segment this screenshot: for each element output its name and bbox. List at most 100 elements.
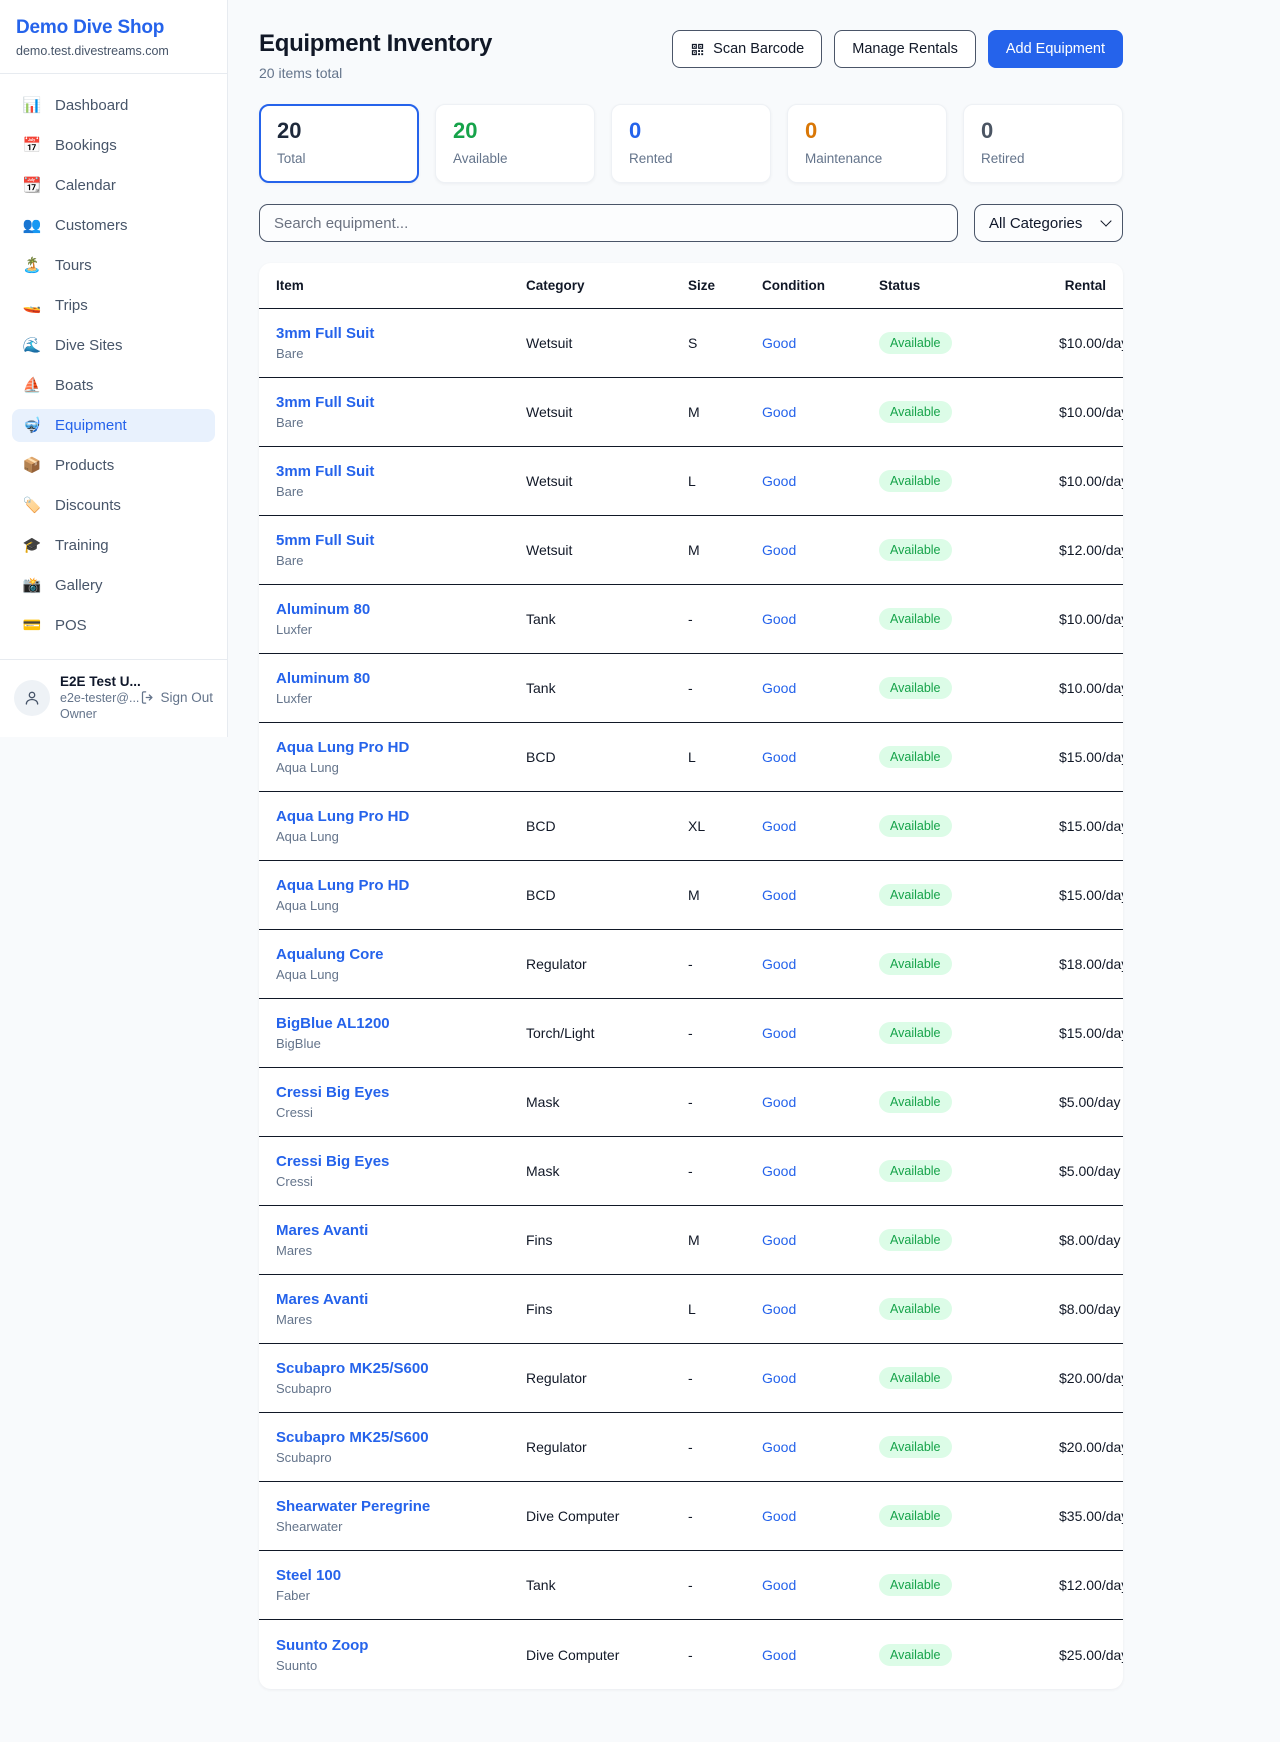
user-name: E2E Test U... [60, 674, 130, 689]
item-name-link[interactable]: Aqua Lung Pro HD [276, 739, 409, 756]
sidebar-item-tours[interactable]: 🏝️ Tours [12, 249, 215, 282]
item-name-link[interactable]: Steel 100 [276, 1567, 341, 1584]
item-name-link[interactable]: 3mm Full Suit [276, 463, 374, 480]
stat-card-total[interactable]: 20 Total [259, 104, 419, 183]
item-name-link[interactable]: Scubapro MK25/S600 [276, 1360, 429, 1377]
item-category: Wetsuit [526, 404, 688, 420]
item-size: - [688, 1508, 762, 1524]
sidebar-item-equipment[interactable]: 🤿 Equipment [12, 409, 215, 442]
item-name-link[interactable]: 3mm Full Suit [276, 325, 374, 342]
condition-link[interactable]: Good [762, 1301, 796, 1317]
calendar-icon: 📆 [22, 178, 42, 193]
add-equipment-button[interactable]: Add Equipment [988, 30, 1123, 68]
stat-card-retired[interactable]: 0 Retired [963, 104, 1123, 183]
search-input[interactable] [259, 204, 958, 242]
condition-link[interactable]: Good [762, 542, 796, 558]
brand-domain: demo.test.divestreams.com [16, 44, 211, 58]
stat-label: Maintenance [805, 151, 929, 166]
sidebar-item-pos[interactable]: 💳 POS [12, 609, 215, 642]
condition-link[interactable]: Good [762, 749, 796, 765]
sidebar-item-bookings[interactable]: 📅 Bookings [12, 129, 215, 162]
item-name-link[interactable]: 5mm Full Suit [276, 532, 374, 549]
stat-label: Available [453, 151, 577, 166]
status-badge: Available [879, 1091, 952, 1113]
condition-link[interactable]: Good [762, 1232, 796, 1248]
item-name-link[interactable]: Scubapro MK25/S600 [276, 1429, 429, 1446]
category-select[interactable]: All Categories [974, 204, 1123, 242]
scan-barcode-label: Scan Barcode [713, 41, 804, 57]
header-actions: Scan Barcode Manage Rentals Add Equipmen… [672, 30, 1123, 68]
item-name-link[interactable]: Aluminum 80 [276, 601, 370, 618]
status-badge: Available [879, 815, 952, 837]
condition-link[interactable]: Good [762, 1647, 796, 1663]
table-row: Mares Avanti Mares Fins M Good Available… [259, 1206, 1123, 1275]
condition-link[interactable]: Good [762, 473, 796, 489]
condition-link[interactable]: Good [762, 1094, 796, 1110]
condition-link[interactable]: Good [762, 1508, 796, 1524]
stat-card-available[interactable]: 20 Available [435, 104, 595, 183]
sidebar-item-boats[interactable]: ⛵ Boats [12, 369, 215, 402]
item-name-link[interactable]: Suunto Zoop [276, 1637, 368, 1654]
condition-link[interactable]: Good [762, 680, 796, 696]
stat-card-rented[interactable]: 0 Rented [611, 104, 771, 183]
package-icon: 📦 [22, 458, 42, 473]
status-badge: Available [879, 1298, 952, 1320]
sign-out-button[interactable]: Sign Out [140, 690, 213, 705]
page-title: Equipment Inventory [259, 30, 492, 58]
status-badge: Available [879, 1505, 952, 1527]
condition-link[interactable]: Good [762, 611, 796, 627]
item-category: Regulator [526, 1439, 688, 1455]
sidebar-item-trips[interactable]: 🚤 Trips [12, 289, 215, 322]
item-name-link[interactable]: Mares Avanti [276, 1291, 368, 1308]
sidebar-item-gallery[interactable]: 📸 Gallery [12, 569, 215, 602]
stat-value: 0 [629, 118, 753, 144]
scan-barcode-button[interactable]: Scan Barcode [672, 30, 822, 68]
item-brand: Faber [276, 1588, 526, 1603]
item-name-link[interactable]: Mares Avanti [276, 1222, 368, 1239]
item-brand: Mares [276, 1243, 526, 1258]
column-header-item: Item [276, 278, 526, 293]
column-header-size: Size [688, 278, 762, 293]
condition-link[interactable]: Good [762, 956, 796, 972]
condition-link[interactable]: Good [762, 335, 796, 351]
item-name-link[interactable]: Aqua Lung Pro HD [276, 877, 409, 894]
table-row: 3mm Full Suit Bare Wetsuit L Good Availa… [259, 447, 1123, 516]
item-name-link[interactable]: Aqualung Core [276, 946, 384, 963]
condition-link[interactable]: Good [762, 1439, 796, 1455]
item-name-link[interactable]: Aluminum 80 [276, 670, 370, 687]
condition-link[interactable]: Good [762, 887, 796, 903]
sidebar-item-calendar[interactable]: 📆 Calendar [12, 169, 215, 202]
item-name-link[interactable]: BigBlue AL1200 [276, 1015, 390, 1032]
sidebar-item-products[interactable]: 📦 Products [12, 449, 215, 482]
item-name-link[interactable]: Shearwater Peregrine [276, 1498, 430, 1515]
item-category: Wetsuit [526, 473, 688, 489]
item-size: - [688, 1647, 762, 1663]
island-icon: 🏝️ [22, 258, 42, 273]
sidebar: Demo Dive Shop demo.test.divestreams.com… [0, 0, 228, 737]
item-rental: $35.00/day [1059, 1508, 1123, 1524]
item-name-link[interactable]: Cressi Big Eyes [276, 1153, 389, 1170]
sidebar-item-label: POS [55, 617, 87, 634]
sidebar-item-dive-sites[interactable]: 🌊 Dive Sites [12, 329, 215, 362]
sidebar-item-discounts[interactable]: 🏷️ Discounts [12, 489, 215, 522]
status-badge: Available [879, 1436, 952, 1458]
condition-link[interactable]: Good [762, 1370, 796, 1386]
condition-link[interactable]: Good [762, 818, 796, 834]
item-name-link[interactable]: Aqua Lung Pro HD [276, 808, 409, 825]
item-brand: Bare [276, 346, 526, 361]
condition-link[interactable]: Good [762, 404, 796, 420]
stat-card-maintenance[interactable]: 0 Maintenance [787, 104, 947, 183]
item-brand: Luxfer [276, 691, 526, 706]
item-name-link[interactable]: 3mm Full Suit [276, 394, 374, 411]
camera-icon: 📸 [22, 578, 42, 593]
sidebar-item-customers[interactable]: 👥 Customers [12, 209, 215, 242]
item-name-link[interactable]: Cressi Big Eyes [276, 1084, 389, 1101]
sidebar-item-dashboard[interactable]: 📊 Dashboard [12, 89, 215, 122]
manage-rentals-button[interactable]: Manage Rentals [834, 30, 976, 68]
condition-link[interactable]: Good [762, 1163, 796, 1179]
item-brand: Shearwater [276, 1519, 526, 1534]
condition-link[interactable]: Good [762, 1025, 796, 1041]
item-category: BCD [526, 818, 688, 834]
condition-link[interactable]: Good [762, 1577, 796, 1593]
sidebar-item-training[interactable]: 🎓 Training [12, 529, 215, 562]
